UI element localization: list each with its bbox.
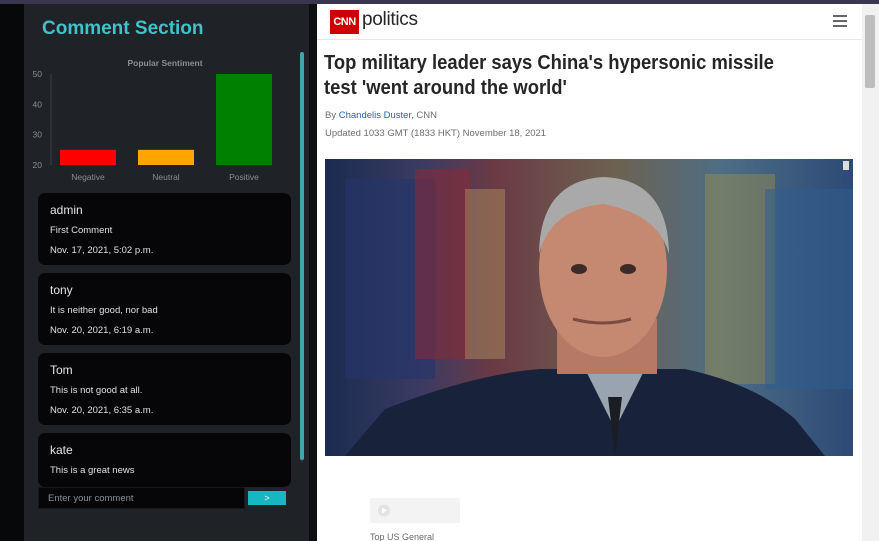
comment-card: admin First Comment Nov. 17, 2021, 5:02 p.… — [38, 193, 291, 265]
author-link[interactable]: Chandelis Duster — [339, 110, 411, 121]
y-tick-label: 20 — [33, 160, 43, 170]
hero-image[interactable] — [325, 159, 853, 456]
x-tick-label: Negative — [71, 172, 105, 182]
comment-author: admin — [50, 203, 83, 217]
byline: By Chandelis Duster, CNN — [325, 110, 437, 121]
pane-divider — [309, 4, 317, 541]
comment-author: kate — [50, 443, 73, 457]
menu-icon[interactable] — [833, 15, 847, 27]
comment-author: Tom — [50, 363, 73, 377]
bar-negative — [60, 149, 116, 165]
image-badge-icon — [843, 161, 849, 170]
y-tick-label: 30 — [33, 130, 43, 140]
video-thumbnail[interactable] — [370, 498, 460, 523]
comment-date: Nov. 17, 2021, 5:02 p.m. — [50, 245, 154, 256]
bar-positive — [216, 74, 272, 165]
hero-photo-general — [345, 169, 853, 456]
comment-date: Nov. 20, 2021, 6:35 a.m. — [50, 405, 154, 416]
article-headline: Top military leader says China's hyperso… — [324, 52, 774, 99]
comment-card: tony It is neither good, nor bad Nov. 20, … — [38, 273, 291, 345]
y-tick-label: 50 — [33, 69, 43, 79]
comment-card: Tom This is not good at all. Nov. 20, 2021… — [38, 353, 291, 425]
bar-neutral — [138, 149, 194, 165]
comment-form: > — [38, 487, 291, 511]
page-scrollbar-thumb[interactable] — [865, 15, 875, 88]
panel-title: Comment Section — [42, 18, 204, 39]
play-icon — [378, 504, 390, 517]
window-left-edge — [0, 4, 24, 541]
comment-scroll-thumb[interactable] — [300, 52, 304, 460]
comment-panel: Comment Section Popular Sentiment 20 30 40… — [24, 4, 309, 541]
submit-comment-button[interactable]: > — [248, 491, 286, 505]
comment-text: This is not good at all. — [50, 385, 143, 396]
comment-author: tony — [50, 283, 73, 297]
comment-date: Nov. 20, 2021, 6:19 a.m. — [50, 325, 154, 336]
comment-input[interactable] — [38, 487, 245, 509]
comment-text: First Comment — [50, 225, 113, 236]
site-header: CNN politics — [317, 4, 862, 40]
comment-text: It is neither good, nor bad — [50, 305, 158, 316]
loading-dots-icon — [405, 489, 427, 502]
sentiment-chart: Popular Sentiment 20 30 40 50 Negative Neutr… — [33, 58, 272, 182]
comment-card: kate This is a great news — [38, 433, 291, 487]
video-caption: Top US General — [370, 532, 435, 541]
x-tick-label: Positive — [229, 172, 259, 182]
chart-title: Popular Sentiment — [127, 58, 202, 68]
x-tick-label: Neutral — [152, 172, 180, 182]
comment-text: This is a great news — [50, 465, 135, 476]
y-tick-label: 40 — [33, 99, 43, 109]
byline-prefix: By — [325, 110, 339, 121]
byline-suffix: , CNN — [411, 110, 437, 121]
updated-timestamp: Updated 1033 GMT (1833 HKT) November 18,… — [325, 128, 547, 139]
cnn-logo[interactable]: CNN — [330, 10, 359, 34]
article-pane: CNN politics Top military leader says Ch… — [317, 4, 879, 541]
section-name[interactable]: politics — [362, 9, 418, 31]
